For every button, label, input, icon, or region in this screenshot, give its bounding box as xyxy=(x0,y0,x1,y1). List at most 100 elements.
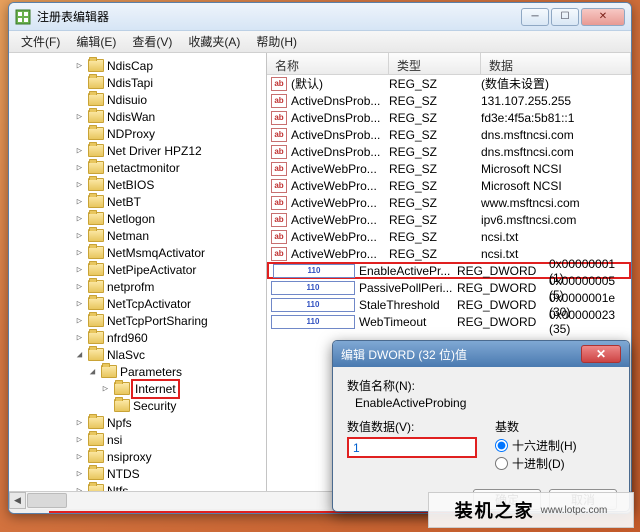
folder-icon xyxy=(88,348,104,361)
expand-icon[interactable]: ▷ xyxy=(74,265,85,275)
tree-item[interactable]: ▷ netprofm xyxy=(9,278,266,295)
expand-icon[interactable]: ▷ xyxy=(74,146,85,156)
menu-favorites[interactable]: 收藏夹(A) xyxy=(180,31,248,52)
tree-item[interactable]: Ndisuio xyxy=(9,91,266,108)
row-name: PassivePollPeri... xyxy=(359,281,457,295)
expand-icon[interactable]: ▷ xyxy=(74,61,85,71)
list-row[interactable]: abActiveWebPro...REG_SZwww.msftncsi.com xyxy=(267,194,631,211)
menu-file[interactable]: 文件(F) xyxy=(13,31,68,52)
tree-item[interactable]: ▷Ntfs xyxy=(9,482,266,491)
value-data-input[interactable] xyxy=(347,437,477,458)
list-row[interactable]: abActiveDnsProb...REG_SZdns.msftncsi.com xyxy=(267,143,631,160)
tree-item[interactable]: ▷NetTcpActivator xyxy=(9,295,266,312)
tree-item[interactable]: ▷Internet xyxy=(9,380,266,397)
row-data: ipv6.msftncsi.com xyxy=(481,213,631,227)
dialog-titlebar[interactable]: 编辑 DWORD (32 位)值 ✕ xyxy=(333,341,629,367)
close-button[interactable]: ✕ xyxy=(581,8,625,26)
row-type: REG_SZ xyxy=(389,196,481,210)
expand-icon[interactable]: ▷ xyxy=(74,486,85,492)
minimize-button[interactable]: ─ xyxy=(521,8,549,26)
expand-icon[interactable]: ▷ xyxy=(74,435,85,445)
tree-item[interactable]: NdisTapi xyxy=(9,74,266,91)
list-row[interactable]: abActiveDnsProb...REG_SZfd3e:4f5a:5b81::… xyxy=(267,109,631,126)
tree-item[interactable]: Security xyxy=(9,397,266,414)
tree-item[interactable]: ▷nsi xyxy=(9,431,266,448)
maximize-button[interactable]: ☐ xyxy=(551,8,579,26)
string-icon: ab xyxy=(271,247,287,261)
expand-icon[interactable]: ▷ xyxy=(74,214,85,224)
tree-item[interactable]: ◢NlaSvc xyxy=(9,346,266,363)
tree-item[interactable]: ▷NetMsmqActivator xyxy=(9,244,266,261)
expand-icon[interactable]: ◢ xyxy=(87,367,98,377)
titlebar[interactable]: 注册表编辑器 ─ ☐ ✕ xyxy=(9,3,631,31)
row-name: ActiveDnsProb... xyxy=(291,128,389,142)
menu-edit[interactable]: 编辑(E) xyxy=(68,31,124,52)
expand-icon[interactable]: ▷ xyxy=(74,112,85,122)
expand-icon[interactable]: ▷ xyxy=(74,299,85,309)
expand-icon[interactable]: ▷ xyxy=(74,452,85,462)
row-data: www.msftncsi.com xyxy=(481,196,631,210)
expand-icon[interactable]: ▷ xyxy=(74,333,85,343)
tree-label: Netlogon xyxy=(107,212,155,226)
row-type: REG_SZ xyxy=(389,213,481,227)
tree-label: netprofm xyxy=(107,280,154,294)
radio-dec-input[interactable] xyxy=(495,457,508,470)
tree-item[interactable]: ▷Netman xyxy=(9,227,266,244)
tree-item[interactable]: ▷NdisCap xyxy=(9,57,266,74)
col-name[interactable]: 名称 xyxy=(267,53,389,74)
tree-item[interactable]: ▷NetPipeActivator xyxy=(9,261,266,278)
tree-pane[interactable]: ▷NdisCapNdisTapiNdisuio▷NdisWanNDProxy▷N… xyxy=(9,53,267,491)
col-type[interactable]: 类型 xyxy=(389,53,481,74)
tree-item[interactable]: ▷NetBIOS xyxy=(9,176,266,193)
list-header[interactable]: 名称 类型 数据 xyxy=(267,53,631,75)
menu-view[interactable]: 查看(V) xyxy=(124,31,180,52)
dword-icon: 110 xyxy=(271,281,355,295)
tree-item[interactable]: ▷Net Driver HPZ12 xyxy=(9,142,266,159)
tree-item[interactable]: ◢Parameters xyxy=(9,363,266,380)
row-type: REG_DWORD xyxy=(457,315,549,329)
expand-icon[interactable]: ▷ xyxy=(100,384,111,394)
tree-item[interactable]: ▷NTDS xyxy=(9,465,266,482)
list-row[interactable]: abActiveWebPro...REG_SZipv6.msftncsi.com xyxy=(267,211,631,228)
tree-item[interactable]: NDProxy xyxy=(9,125,266,142)
expand-icon[interactable]: ▷ xyxy=(74,469,85,479)
expand-icon[interactable]: ◢ xyxy=(74,350,85,360)
expand-icon[interactable]: ▷ xyxy=(74,248,85,258)
tree-item[interactable]: ▷Npfs xyxy=(9,414,266,431)
col-data[interactable]: 数据 xyxy=(481,53,631,74)
list-row[interactable]: abActiveWebPro...REG_SZMicrosoft NCSI xyxy=(267,160,631,177)
expand-icon[interactable]: ▷ xyxy=(74,231,85,241)
list-row[interactable]: abActiveDnsProb...REG_SZdns.msftncsi.com xyxy=(267,126,631,143)
menu-help[interactable]: 帮助(H) xyxy=(248,31,305,52)
tree-item[interactable]: ▷NetBT xyxy=(9,193,266,210)
radio-hex[interactable]: 十六进制(H) xyxy=(495,437,615,454)
tree-item[interactable]: ▷ netactmonitor xyxy=(9,159,266,176)
row-type: REG_SZ xyxy=(389,77,481,91)
radio-hex-input[interactable] xyxy=(495,439,508,452)
tree-item[interactable]: ▷nsiproxy xyxy=(9,448,266,465)
list-row[interactable]: abActiveDnsProb...REG_SZ131.107.255.255 xyxy=(267,92,631,109)
radio-dec[interactable]: 十进制(D) xyxy=(495,455,615,472)
list-row[interactable]: abActiveWebPro...REG_SZMicrosoft NCSI xyxy=(267,177,631,194)
tree-label: Ndisuio xyxy=(107,93,147,107)
list-row[interactable]: abActiveWebPro...REG_SZncsi.txt xyxy=(267,228,631,245)
expand-icon[interactable]: ▷ xyxy=(74,282,85,292)
scroll-thumb[interactable] xyxy=(27,493,67,508)
expand-icon[interactable]: ▷ xyxy=(74,163,85,173)
list-row[interactable]: 110WebTimeoutREG_DWORD0x00000023 (35) xyxy=(267,313,631,330)
expand-icon[interactable]: ▷ xyxy=(74,418,85,428)
tree-item[interactable]: ▷nfrd960 xyxy=(9,329,266,346)
edit-dword-dialog: 编辑 DWORD (32 位)值 ✕ 数值名称(N): EnableActive… xyxy=(332,340,630,512)
tree-item[interactable]: ▷ Netlogon xyxy=(9,210,266,227)
tree-item[interactable]: ▷NetTcpPortSharing xyxy=(9,312,266,329)
tree-item[interactable]: ▷NdisWan xyxy=(9,108,266,125)
dialog-close-button[interactable]: ✕ xyxy=(581,345,621,363)
row-type: REG_SZ xyxy=(389,111,481,125)
tree-label: netactmonitor xyxy=(107,161,180,175)
expand-icon[interactable]: ▷ xyxy=(74,180,85,190)
expand-icon[interactable]: ▷ xyxy=(74,316,85,326)
expand-icon[interactable]: ▷ xyxy=(74,197,85,207)
scroll-left-arrow[interactable]: ◀ xyxy=(9,492,26,509)
list-row[interactable]: ab(默认)REG_SZ(数值未设置) xyxy=(267,75,631,92)
row-type: REG_SZ xyxy=(389,230,481,244)
